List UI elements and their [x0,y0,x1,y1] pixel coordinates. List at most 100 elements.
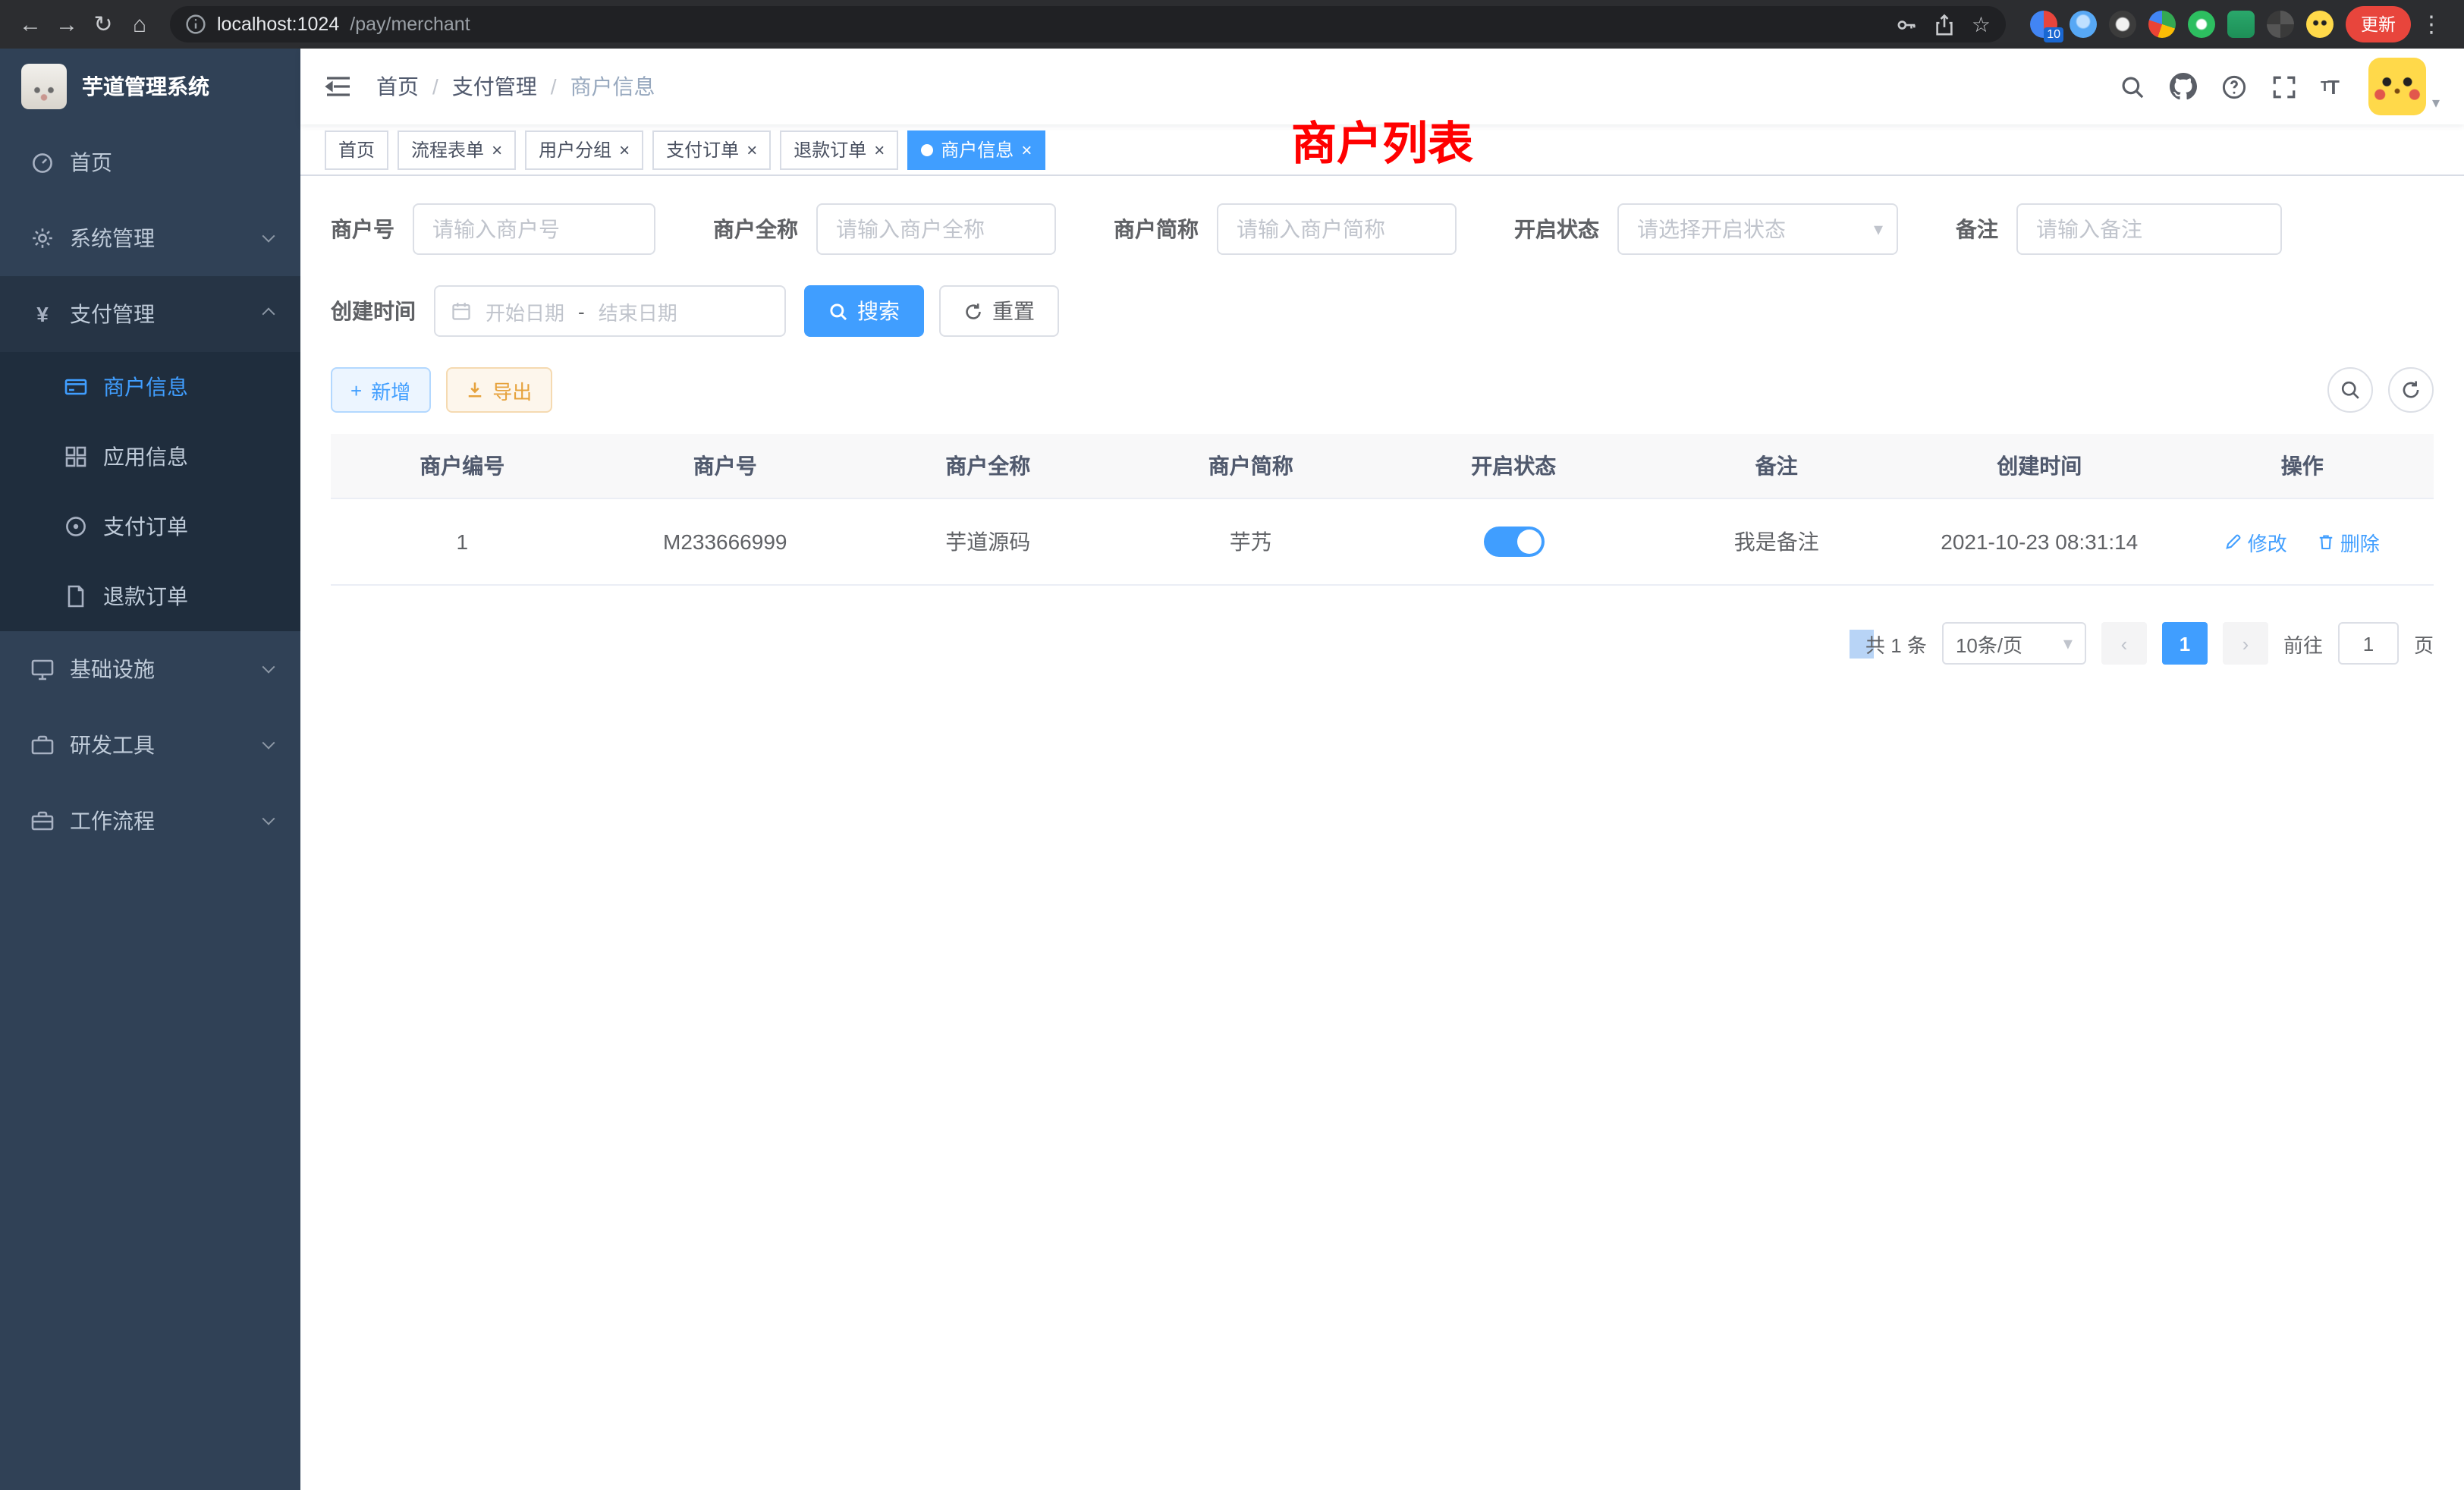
sidebar-toggle-icon[interactable] [325,74,352,99]
edit-link[interactable]: 修改 [2225,527,2287,556]
chevron-down-icon [262,813,275,825]
address-bar[interactable]: localhost:1024/pay/merchant ☆ [170,6,2006,42]
breadcrumb-home[interactable]: 首页 [376,71,419,102]
merchant-full-name-input[interactable] [816,203,1056,255]
breadcrumb-section[interactable]: 支付管理 [452,71,537,102]
browser-forward-icon[interactable]: → [49,6,85,42]
chevron-down-icon [262,737,275,750]
reset-button[interactable]: 重置 [939,285,1059,337]
sidebar-item-merchant-info[interactable]: 商户信息 [0,352,300,422]
tab-label: 退款订单 [794,137,866,162]
merchant-no-input[interactable] [413,203,655,255]
sidebar-item-refund-order[interactable]: 退款订单 [0,561,300,631]
font-size-icon[interactable]: TT [2321,75,2338,98]
header-search-icon[interactable] [2119,74,2145,99]
status-toggle[interactable] [1483,527,1544,557]
tab-close-icon[interactable]: × [1021,140,1032,159]
page-size-select[interactable]: 10条/页 ▾ [1942,622,2086,665]
tab-refund-order[interactable]: 退款订单 × [780,130,898,169]
tab-close-icon[interactable]: × [619,140,630,159]
extension-icon-1[interactable]: 10 [2030,11,2057,38]
bookmark-star-icon[interactable]: ☆ [1972,11,1991,37]
site-info-icon[interactable] [185,14,206,35]
extension-badge: 10 [2044,27,2063,42]
sidebar-item-app-info[interactable]: 应用信息 [0,422,300,492]
search-button[interactable]: 搜索 [804,285,924,337]
export-button[interactable]: 导出 [445,367,552,413]
password-key-icon[interactable] [1896,13,1919,36]
browser-menu-icon[interactable]: ⋮ [2411,11,2452,38]
remark-input[interactable] [2016,203,2282,255]
browser-back-icon[interactable]: ← [12,6,49,42]
next-page-button[interactable]: › [2223,622,2268,665]
tab-user-group[interactable]: 用户分组 × [525,130,643,169]
browser-toolbar: ← → ↻ ⌂ localhost:1024/pay/merchant ☆ 10 [0,0,2464,49]
merchant-short-name-input[interactable] [1217,203,1457,255]
extension-icon-3[interactable] [2109,11,2136,38]
goto-page-input[interactable] [2338,622,2399,665]
toggle-search-icon-button[interactable] [2327,367,2373,413]
reset-button-label: 重置 [992,296,1035,326]
status-label: 开启状态 [1514,214,1599,244]
cell-full-name: 芋道源码 [856,499,1120,586]
search-icon [828,301,848,321]
cell-remark: 我是备注 [1645,499,1909,586]
extension-icon-7[interactable] [2267,11,2294,38]
page-content: 商户号 商户全称 商户简称 开启状态 [300,176,2464,1490]
tab-close-icon[interactable]: × [492,140,502,159]
refresh-table-button[interactable] [2388,367,2434,413]
chrome-update-button[interactable]: 更新 [2346,6,2411,42]
sidebar-item-payment[interactable]: ¥ 支付管理 [0,276,300,352]
chevron-down-icon [262,661,275,674]
create-time-range-picker[interactable]: 开始日期 - 结束日期 [434,285,786,337]
sidebar-item-label: 支付订单 [103,511,273,542]
column-header: 商户简称 [1120,434,1383,499]
profile-avatar-icon[interactable] [2306,11,2334,38]
plus-icon: + [350,379,362,401]
user-menu[interactable]: ▾ [2368,58,2440,115]
refresh-icon [2400,379,2422,401]
tab-label: 支付订单 [666,137,739,162]
download-icon [465,381,483,399]
extension-icon-2[interactable] [2070,11,2097,38]
user-avatar[interactable] [2368,58,2426,115]
extension-icon-5[interactable] [2188,11,2215,38]
sidebar-item-label: 工作流程 [70,806,249,836]
tab-close-icon[interactable]: × [874,140,885,159]
fullscreen-icon[interactable] [2271,74,2296,99]
sidebar-item-home[interactable]: 首页 [0,124,300,200]
briefcase-icon [30,809,55,833]
tab-process-form[interactable]: 流程表单 × [398,130,516,169]
delete-link[interactable]: 删除 [2318,527,2380,556]
tab-label: 用户分组 [539,137,611,162]
sidebar-item-label: 退款订单 [103,581,273,611]
status-select[interactable] [1617,203,1898,255]
page-number-1[interactable]: 1 [2162,622,2208,665]
help-icon[interactable] [2220,74,2246,99]
yen-icon: ¥ [30,302,55,326]
end-date-placeholder: 结束日期 [599,297,677,325]
remark-label: 备注 [1956,214,1998,244]
browser-reload-icon[interactable]: ↻ [85,6,121,42]
sidebar-item-label: 基础设施 [70,654,249,684]
tab-home[interactable]: 首页 [325,130,388,169]
browser-home-icon[interactable]: ⌂ [121,6,158,42]
tab-close-icon[interactable]: × [746,140,757,159]
column-header: 开启状态 [1382,434,1645,499]
sidebar-item-workflow[interactable]: 工作流程 [0,783,300,859]
tab-pay-order[interactable]: 支付订单 × [652,130,771,169]
sidebar-item-label: 系统管理 [70,223,249,253]
extension-icon-6[interactable] [2227,11,2255,38]
chevron-down-icon [262,230,275,243]
github-icon[interactable] [2169,73,2196,100]
sidebar-item-pay-order[interactable]: 支付订单 [0,492,300,561]
sidebar-item-dev-tools[interactable]: 研发工具 [0,707,300,783]
sidebar-item-infra[interactable]: 基础设施 [0,631,300,707]
add-button[interactable]: + 新增 [331,367,430,413]
prev-page-button[interactable]: ‹ [2101,622,2147,665]
share-icon[interactable] [1934,13,1956,36]
extension-icon-4[interactable] [2148,11,2176,38]
sidebar-item-system[interactable]: 系统管理 [0,200,300,276]
app-logo[interactable]: 芋道管理系统 [0,49,300,124]
tab-merchant-info[interactable]: 商户信息 × [907,130,1045,169]
